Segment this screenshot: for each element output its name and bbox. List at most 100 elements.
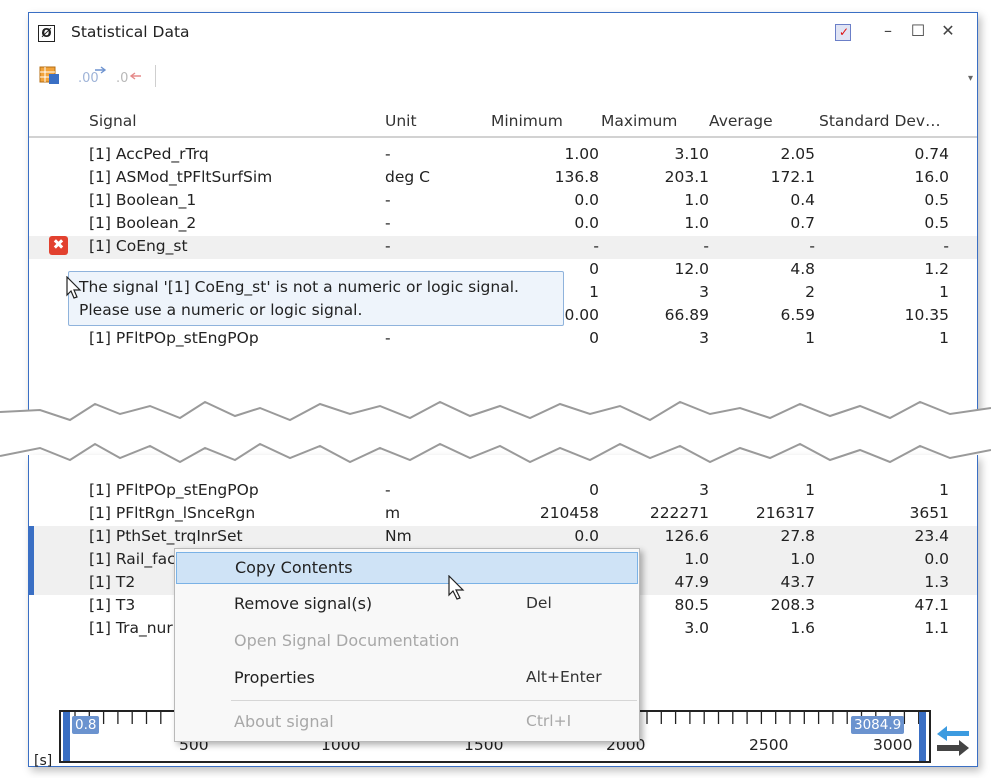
unit-cell: - bbox=[385, 214, 391, 232]
svg-text:.00: .00 bbox=[78, 71, 99, 85]
decrease-decimals-icon[interactable]: .0 bbox=[115, 65, 149, 85]
properties-shortcut: Alt+Enter bbox=[526, 668, 602, 686]
minimum-cell: - bbox=[593, 237, 599, 255]
standard-deviation-cell: 1 bbox=[939, 329, 949, 347]
signal-cell: [1] PFltRgn_lSnceRgn bbox=[89, 504, 256, 522]
pin-window-icon[interactable]: ✓ bbox=[835, 24, 851, 41]
standard-deviation-cell: 23.4 bbox=[914, 527, 949, 545]
standard-deviation-cell: 3651 bbox=[909, 504, 949, 522]
minimum-cell: 1 bbox=[589, 283, 599, 301]
menu-item-copy-contents[interactable]: Copy Contents bbox=[176, 552, 638, 584]
signal-cell: [1] AccPed_rTrq bbox=[89, 145, 209, 163]
column-unit[interactable]: Unit bbox=[385, 112, 417, 130]
standard-deviation-cell: 10.35 bbox=[904, 306, 949, 324]
range-end-handle[interactable] bbox=[919, 712, 926, 761]
menu-item-properties[interactable]: Properties Alt+Enter bbox=[176, 663, 638, 695]
maximum-cell: 3.0 bbox=[684, 619, 709, 637]
table-settings-icon[interactable] bbox=[39, 65, 61, 85]
minimum-cell: 0.00 bbox=[564, 306, 599, 324]
minimum-cell: 0 bbox=[589, 260, 599, 278]
menu-item-about-signal: About signal Ctrl+I bbox=[176, 707, 638, 739]
time-unit-label: [s] bbox=[34, 753, 53, 769]
toolbar-overflow-icon[interactable]: ▾ bbox=[968, 73, 973, 84]
table-row[interactable]: [1] Boolean_1 - 0.0 1.0 0.4 0.5 bbox=[29, 190, 977, 213]
minimum-cell: 0 bbox=[589, 329, 599, 347]
standard-deviation-cell: 1.1 bbox=[924, 619, 949, 637]
statistical-data-window: Ø Statistical Data ✓ – ☐ ✕ .00 .0 ▾ Sign… bbox=[28, 12, 978, 420]
average-cell: 172.1 bbox=[770, 168, 815, 186]
column-average[interactable]: Average bbox=[709, 112, 773, 130]
maximum-cell: 3.10 bbox=[674, 145, 709, 163]
maximum-cell: 203.1 bbox=[664, 168, 709, 186]
tooltip-line-2: Please use a numeric or logic signal. bbox=[79, 301, 363, 319]
column-signal[interactable]: Signal bbox=[89, 112, 137, 130]
maximum-cell: 222271 bbox=[649, 504, 709, 522]
maximum-cell: 66.89 bbox=[664, 306, 709, 324]
maximum-cell: 80.5 bbox=[674, 596, 709, 614]
standard-deviation-cell: 0.0 bbox=[924, 550, 949, 568]
minimum-cell: 136.8 bbox=[554, 168, 599, 186]
column-standard-deviation[interactable]: Standard Dev… bbox=[819, 112, 941, 130]
maximum-cell: 3 bbox=[699, 329, 709, 347]
toolbar: .00 .0 bbox=[29, 61, 977, 91]
standard-deviation-cell: 0.5 bbox=[924, 191, 949, 209]
error-icon[interactable]: ✖ bbox=[49, 236, 68, 255]
table-row[interactable]: [1] ASMod_tPFltSurfSim deg C 136.8 203.1 172… bbox=[29, 167, 977, 190]
maximize-button[interactable]: ☐ bbox=[905, 21, 931, 40]
toolbar-separator bbox=[155, 65, 156, 87]
table-row[interactable]: [1] PFltRgn_lSnceRgn m 210458 222271 216317 3… bbox=[29, 503, 977, 526]
minimum-cell: 1.00 bbox=[564, 145, 599, 163]
average-cell: 1.6 bbox=[790, 619, 815, 637]
context-menu: Copy Contents Remove signal(s) Del Open … bbox=[174, 548, 640, 742]
mouse-pointer-icon bbox=[448, 575, 465, 600]
menu-separator bbox=[231, 700, 637, 701]
close-button[interactable]: ✕ bbox=[935, 21, 961, 40]
average-cell: 27.8 bbox=[780, 527, 815, 545]
maximum-cell: 12.0 bbox=[674, 260, 709, 278]
table-row[interactable]: [1] Boolean_2 - 0.0 1.0 0.7 0.5 bbox=[29, 213, 977, 236]
range-end-value: 3084.9 bbox=[851, 716, 905, 734]
average-cell: - bbox=[809, 237, 815, 255]
minimum-cell: 0.0 bbox=[574, 527, 599, 545]
table-row[interactable]: [1] PFltPOp_stEngPOp - 0 3 1 1 bbox=[29, 328, 977, 351]
average-cell: 1 bbox=[805, 329, 815, 347]
minimum-cell: 0 bbox=[589, 481, 599, 499]
unit-cell: m bbox=[385, 504, 401, 522]
standard-deviation-cell: - bbox=[943, 237, 949, 255]
table-row[interactable]: ✖ [1] CoEng_st - - - - - bbox=[29, 236, 977, 259]
standard-deviation-cell: 1.3 bbox=[924, 573, 949, 591]
maximum-cell: 47.9 bbox=[674, 573, 709, 591]
about-signal-label: About signal bbox=[234, 712, 334, 731]
unit-cell: deg C bbox=[385, 168, 430, 186]
column-minimum[interactable]: Minimum bbox=[491, 112, 563, 130]
table-row[interactable]: [1] AccPed_rTrq - 1.00 3.10 2.05 0.74 bbox=[29, 144, 977, 167]
range-start-value: 0.8 bbox=[72, 716, 100, 734]
signal-cell: [1] T3 bbox=[89, 596, 136, 614]
unit-cell: - bbox=[385, 481, 391, 499]
menu-item-remove-signals[interactable]: Remove signal(s) Del bbox=[176, 589, 638, 621]
sync-arrows-icon[interactable] bbox=[935, 723, 971, 757]
minimize-button[interactable]: – bbox=[875, 21, 901, 40]
minimum-cell: 0.0 bbox=[574, 191, 599, 209]
average-cell: 208.3 bbox=[770, 596, 815, 614]
maximum-cell: 126.6 bbox=[664, 527, 709, 545]
increase-decimals-icon[interactable]: .00 bbox=[77, 65, 111, 85]
range-start-handle[interactable] bbox=[63, 712, 70, 761]
window-title: Statistical Data bbox=[71, 23, 190, 41]
standard-deviation-cell: 0.5 bbox=[924, 214, 949, 232]
signal-cell: [1] PFltPOp_stEngPOp bbox=[89, 329, 259, 347]
remove-shortcut: Del bbox=[526, 594, 552, 612]
average-cell: 0.4 bbox=[790, 191, 815, 209]
table-header: Signal Unit Minimum Maximum Average Stan… bbox=[29, 108, 977, 138]
menu-item-open-signal-documentation: Open Signal Documentation bbox=[176, 626, 638, 658]
average-cell: 1 bbox=[805, 481, 815, 499]
unit-cell: - bbox=[385, 145, 391, 163]
table-row[interactable]: [1] PthSet_trqInrSet Nm 0.0 126.6 27.8 23.4 bbox=[29, 526, 977, 549]
column-maximum[interactable]: Maximum bbox=[601, 112, 677, 130]
title-bar: Ø Statistical Data ✓ – ☐ ✕ bbox=[29, 13, 977, 53]
signal-cell: [1] CoEng_st bbox=[89, 237, 188, 255]
standard-deviation-cell: 1 bbox=[939, 283, 949, 301]
average-cell: 0.7 bbox=[790, 214, 815, 232]
table-row[interactable]: [1] PFltPOp_stEngPOp - 0 3 1 1 bbox=[29, 480, 977, 503]
standard-deviation-cell: 47.1 bbox=[914, 596, 949, 614]
